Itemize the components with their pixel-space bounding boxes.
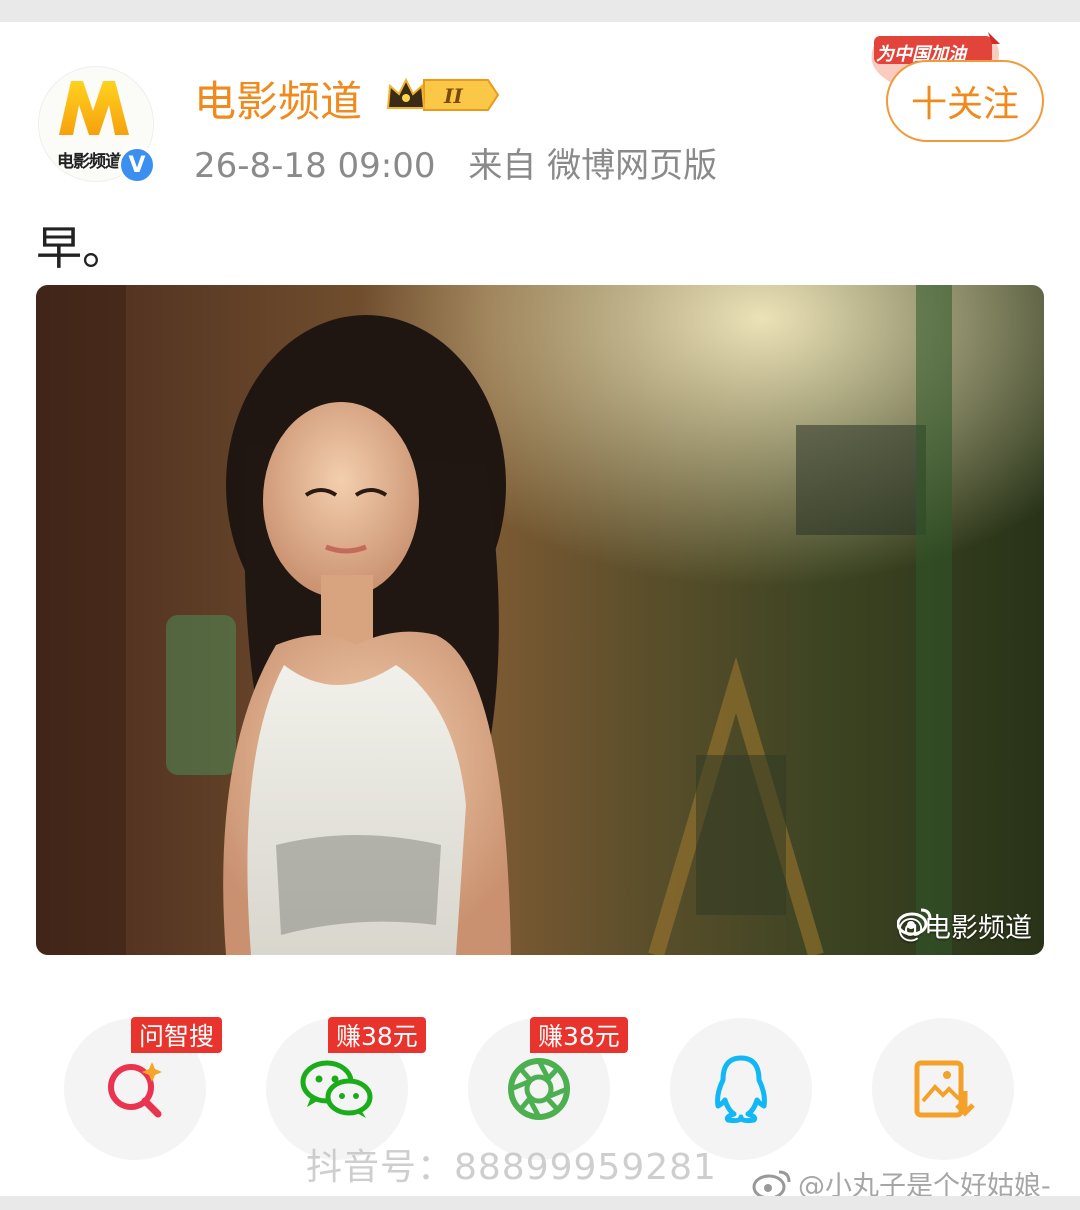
search-sparkle-icon (108, 1062, 162, 1118)
photo-illustration (36, 285, 1044, 955)
post-source: 来自 微博网页版 (468, 146, 718, 186)
share-tag-wenzhisou: 问智搜 (131, 1017, 223, 1053)
level-badge-text: II (443, 84, 463, 108)
crown-level-badge: II (386, 77, 500, 111)
wechat-icon (300, 1060, 373, 1118)
post-photo[interactable]: @电影频道 (36, 285, 1044, 955)
post-timestamp: 26-8-18 09:00 (194, 146, 436, 186)
follow-button[interactable]: 十关注 (886, 60, 1044, 142)
moments-icon (508, 1058, 570, 1120)
douyin-watermark: 抖音号：88899959281 (306, 1147, 717, 1188)
user-name[interactable]: 电影频道 (194, 68, 362, 129)
share-tag-wechat: 赚38元 (328, 1017, 426, 1053)
qq-icon (715, 1055, 767, 1124)
avatar-caption: 电影频道 (57, 152, 122, 172)
verified-icon: V (118, 146, 156, 184)
weibo-icon (897, 908, 932, 936)
photo-watermark: @电影频道 (897, 906, 1032, 945)
post-meta: 26-8-18 09:00 来自 微博网页版 (194, 138, 717, 187)
weibo-icon (752, 1170, 791, 1199)
share-tag-moments: 赚38元 (530, 1017, 628, 1053)
post-text: 早。 (36, 221, 128, 275)
bottom-separator (0, 1196, 1080, 1210)
top-separator (0, 0, 1080, 22)
save-image-icon (914, 1060, 975, 1118)
movie-channel-logo (59, 81, 129, 135)
share-save-image-button[interactable] (872, 1018, 1014, 1160)
